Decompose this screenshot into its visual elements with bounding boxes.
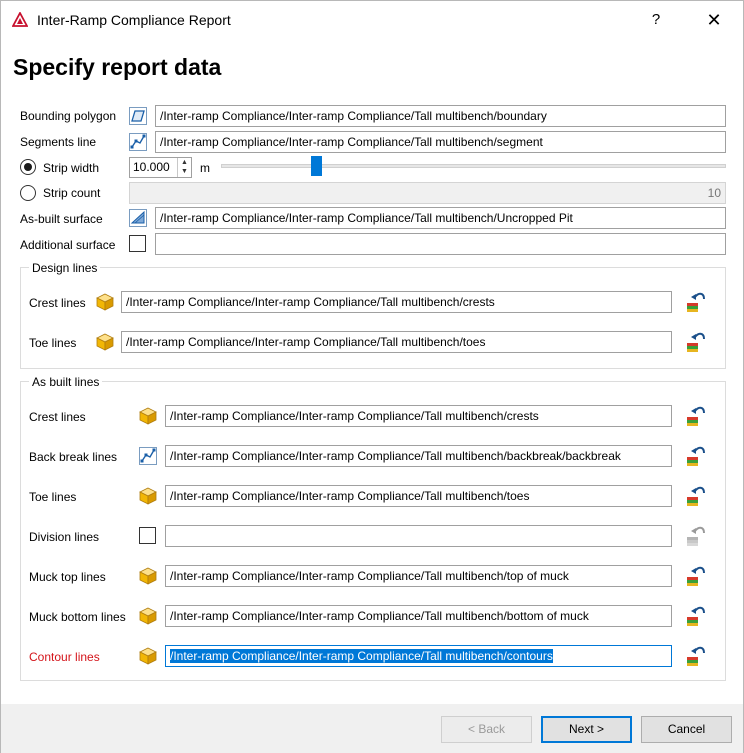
additional-surface-checkbox[interactable] [129,235,146,252]
contour-lines-selected-text: /Inter-ramp Compliance/Inter-ramp Compli… [170,649,553,663]
radio-selected-dot [24,163,32,171]
layer-link-icon[interactable] [686,291,708,313]
cancel-button[interactable]: Cancel [641,716,732,743]
division-lines-input[interactable] [165,525,672,547]
back-break-input[interactable]: /Inter-ramp Compliance/Inter-ramp Compli… [165,445,672,467]
layer-link-icon[interactable] [686,485,708,507]
design-toe-input[interactable]: /Inter-ramp Compliance/Inter-ramp Compli… [121,331,672,353]
design-lines-group [20,267,726,369]
polyline-icon[interactable] [139,447,157,465]
muck-top-label: Muck top lines [29,570,106,584]
dialog-window: Inter-Ramp Compliance Report ? ✕ Specify… [0,0,744,753]
app-logo-icon [12,12,28,27]
as-built-toe-input[interactable]: /Inter-ramp Compliance/Inter-ramp Compli… [165,485,672,507]
strip-width-spinbox[interactable]: 10.000 ▲ ▼ [129,157,192,178]
contour-lines-label: Contour lines [29,650,100,664]
as-built-crest-label: Crest lines [29,410,86,424]
button-bar: < Back Next > Cancel [1,704,743,753]
cube-icon[interactable] [96,333,114,351]
spin-arrows[interactable]: ▲ ▼ [177,158,191,177]
cube-icon[interactable] [139,567,157,585]
strip-width-slider[interactable] [221,164,726,168]
division-lines-checkbox[interactable] [139,527,156,544]
cube-icon[interactable] [139,487,157,505]
spin-up-icon[interactable]: ▲ [178,158,191,167]
layer-link-icon[interactable] [686,645,708,667]
close-button[interactable]: ✕ [697,5,731,35]
segments-line-input[interactable]: /Inter-ramp Compliance/Inter-ramp Compli… [155,131,726,153]
spin-down-icon[interactable]: ▼ [178,167,191,176]
as-built-surface-input[interactable]: /Inter-ramp Compliance/Inter-ramp Compli… [155,207,726,229]
polygon-icon[interactable] [129,107,147,125]
back-break-label: Back break lines [29,450,118,464]
layer-link-icon[interactable] [686,445,708,467]
layer-link-disabled-icon [686,525,708,547]
strip-width-radio[interactable] [20,159,36,175]
segments-line-label: Segments line [20,135,97,149]
design-toe-label: Toe lines [29,336,77,350]
polyline-icon[interactable] [129,133,147,151]
strip-width-unit: m [200,161,210,175]
title-bar: Inter-Ramp Compliance Report ? ✕ [1,1,743,39]
contour-lines-input[interactable]: /Inter-ramp Compliance/Inter-ramp Compli… [165,645,672,667]
as-built-lines-title: As built lines [29,375,103,389]
as-built-surface-label: As-built surface [20,212,103,226]
layer-link-icon[interactable] [686,405,708,427]
muck-bottom-input[interactable]: /Inter-ramp Compliance/Inter-ramp Compli… [165,605,672,627]
bounding-polygon-input[interactable]: /Inter-ramp Compliance/Inter-ramp Compli… [155,105,726,127]
muck-bottom-label: Muck bottom lines [29,610,126,624]
as-built-toe-label: Toe lines [29,490,77,504]
strip-width-label: Strip width [43,161,100,175]
slider-handle[interactable] [311,156,323,176]
cube-icon[interactable] [139,607,157,625]
cube-icon[interactable] [139,647,157,665]
strip-width-value: 10.000 [133,160,170,174]
division-lines-label: Division lines [29,530,100,544]
page-title: Specify report data [13,54,222,80]
bounding-polygon-label: Bounding polygon [20,109,117,123]
layer-link-icon[interactable] [686,565,708,587]
strip-count-input: 10 [129,182,726,204]
design-crest-label: Crest lines [29,296,86,310]
cube-icon[interactable] [96,293,114,311]
strip-count-label: Strip count [43,186,101,200]
next-button[interactable]: Next > [541,716,632,743]
layer-link-icon[interactable] [686,605,708,627]
additional-surface-input[interactable] [155,233,726,255]
design-lines-title: Design lines [29,261,101,275]
help-button[interactable]: ? [641,5,671,35]
layer-link-icon[interactable] [686,331,708,353]
muck-top-input[interactable]: /Inter-ramp Compliance/Inter-ramp Compli… [165,565,672,587]
surface-icon[interactable] [129,209,147,227]
window-title: Inter-Ramp Compliance Report [37,12,231,28]
strip-count-radio[interactable] [20,185,36,201]
additional-surface-label: Additional surface [20,238,116,252]
as-built-crest-input[interactable]: /Inter-ramp Compliance/Inter-ramp Compli… [165,405,672,427]
cube-icon[interactable] [139,407,157,425]
back-button[interactable]: < Back [441,716,532,743]
design-crest-input[interactable]: /Inter-ramp Compliance/Inter-ramp Compli… [121,291,672,313]
